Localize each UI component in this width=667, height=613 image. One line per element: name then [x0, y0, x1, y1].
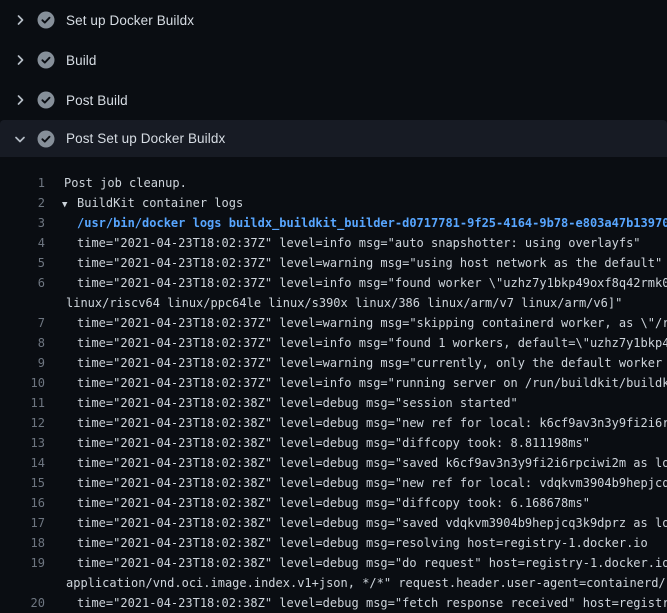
log-line: linux/riscv64 linux/ppc64le linux/s390x … [0, 293, 667, 313]
log-text: linux/riscv64 linux/ppc64le linux/s390x … [66, 293, 622, 313]
log-line: 19 time="2021-04-23T18:02:38Z" level=debu… [0, 553, 667, 573]
log-line: application/vnd.oci.image.index.v1+json,… [0, 573, 667, 593]
check-circle-icon [37, 51, 55, 69]
log-line: 3/usr/bin/docker logs buildx_buildkit_bu… [0, 213, 667, 233]
step-label: Build [66, 53, 97, 68]
log-text: time="2021-04-23T18:02:38Z" level=debug … [77, 433, 590, 453]
chevron-right-icon [12, 92, 28, 108]
step-header-set-up-docker-buildx[interactable]: Set up Docker Buildx [0, 0, 667, 40]
line-number[interactable]: 4 [0, 233, 45, 253]
log-line: 17 time="2021-04-23T18:02:38Z" level=debu… [0, 513, 667, 533]
chevron-right-icon [12, 12, 28, 28]
line-number[interactable]: 13 [0, 433, 45, 453]
line-number[interactable]: 3 [0, 213, 45, 233]
log-text: time="2021-04-23T18:02:37Z" level=warnin… [77, 353, 667, 373]
log-text: time="2021-04-23T18:02:38Z" level=debug … [77, 513, 667, 533]
log-text: time="2021-04-23T18:02:38Z" level=debug … [77, 473, 667, 493]
log-line: 11 time="2021-04-23T18:02:38Z" level=debu… [0, 393, 667, 413]
line-number[interactable]: 6 [0, 273, 45, 293]
line-number[interactable]: 2 [0, 193, 45, 213]
line-number [0, 293, 45, 313]
log-text: time="2021-04-23T18:02:37Z" level=info m… [77, 333, 667, 353]
caret-down-icon[interactable]: ▼ [62, 195, 77, 213]
line-number[interactable]: 17 [0, 513, 45, 533]
log-line: 6 time="2021-04-23T18:02:37Z" level=info … [0, 273, 667, 293]
log-line: 1 Post job cleanup. [0, 173, 667, 193]
step-label: Set up Docker Buildx [66, 13, 194, 28]
line-number[interactable]: 16 [0, 493, 45, 513]
line-number[interactable]: 11 [0, 393, 45, 413]
log-line: 12 time="2021-04-23T18:02:38Z" level=debu… [0, 413, 667, 433]
log-line: 7 time="2021-04-23T18:02:37Z" level=warni… [0, 313, 667, 333]
line-number[interactable]: 20 [0, 593, 45, 613]
line-number[interactable]: 10 [0, 373, 45, 393]
log-text: time="2021-04-23T18:02:37Z" level=info m… [77, 233, 641, 253]
line-number[interactable]: 12 [0, 413, 45, 433]
step-label: Post Set up Docker Buildx [66, 131, 225, 146]
line-number [0, 573, 45, 593]
step-header-post-set-up-docker-buildx[interactable]: Post Set up Docker Buildx [0, 120, 667, 157]
log-text: time="2021-04-23T18:02:38Z" level=debug … [77, 533, 648, 553]
line-number[interactable]: 19 [0, 553, 45, 573]
log-text: Post job cleanup. [64, 173, 187, 193]
log-text: time="2021-04-23T18:02:38Z" level=debug … [77, 453, 667, 473]
line-number[interactable]: 1 [0, 173, 45, 193]
log-line: 4 time="2021-04-23T18:02:37Z" level=info … [0, 233, 667, 253]
log-line: 18 time="2021-04-23T18:02:38Z" level=debu… [0, 533, 667, 553]
log-line: 5 time="2021-04-23T18:02:37Z" level=warni… [0, 253, 667, 273]
line-number[interactable]: 7 [0, 313, 45, 333]
log-text: time="2021-04-23T18:02:38Z" level=debug … [77, 493, 590, 513]
log-text: time="2021-04-23T18:02:38Z" level=debug … [77, 413, 667, 433]
log-text: ▼BuildKit container logs [62, 193, 243, 213]
log-text: time="2021-04-23T18:02:38Z" level=debug … [77, 593, 667, 613]
line-number[interactable]: 5 [0, 253, 45, 273]
line-number[interactable]: 15 [0, 473, 45, 493]
steps-list: Set up Docker Buildx Build Post Build Post … [0, 0, 667, 157]
line-number[interactable]: 8 [0, 333, 45, 353]
log-line: 9 time="2021-04-23T18:02:37Z" level=warni… [0, 353, 667, 373]
line-number[interactable]: 9 [0, 353, 45, 373]
log-text: time="2021-04-23T18:02:38Z" level=debug … [77, 553, 667, 573]
log-line: 13 time="2021-04-23T18:02:38Z" level=debu… [0, 433, 667, 453]
log-text: application/vnd.oci.image.index.v1+json,… [66, 573, 667, 593]
log-text: time="2021-04-23T18:02:37Z" level=info m… [77, 373, 667, 393]
log-text: time="2021-04-23T18:02:38Z" level=debug … [77, 393, 518, 413]
log-text: time="2021-04-23T18:02:37Z" level=info m… [77, 273, 667, 293]
log-line: 14 time="2021-04-23T18:02:38Z" level=debu… [0, 453, 667, 473]
check-circle-icon [37, 91, 55, 109]
log-line: 15 time="2021-04-23T18:02:38Z" level=debu… [0, 473, 667, 493]
step-label: Post Build [66, 93, 128, 108]
check-circle-icon [37, 11, 55, 29]
log-line: 20 time="2021-04-23T18:02:38Z" level=debu… [0, 593, 667, 613]
step-header-build[interactable]: Build [0, 40, 667, 80]
log-viewer: 1 Post job cleanup. 2 ▼BuildKit container l… [0, 157, 667, 613]
step-header-post-build[interactable]: Post Build [0, 80, 667, 120]
log-line: 16 time="2021-04-23T18:02:38Z" level=debu… [0, 493, 667, 513]
chevron-right-icon [12, 52, 28, 68]
line-number[interactable]: 14 [0, 453, 45, 473]
log-text: time="2021-04-23T18:02:37Z" level=warnin… [77, 313, 667, 333]
chevron-down-icon [12, 131, 28, 147]
log-line: 2 ▼BuildKit container logs [0, 193, 667, 213]
log-line: 8 time="2021-04-23T18:02:37Z" level=info … [0, 333, 667, 353]
log-command-text: /usr/bin/docker logs buildx_buildkit_bui… [77, 213, 667, 233]
line-number[interactable]: 18 [0, 533, 45, 553]
log-text: time="2021-04-23T18:02:37Z" level=warnin… [77, 253, 662, 273]
log-line: 10 time="2021-04-23T18:02:37Z" level=info… [0, 373, 667, 393]
check-circle-icon [37, 130, 55, 148]
